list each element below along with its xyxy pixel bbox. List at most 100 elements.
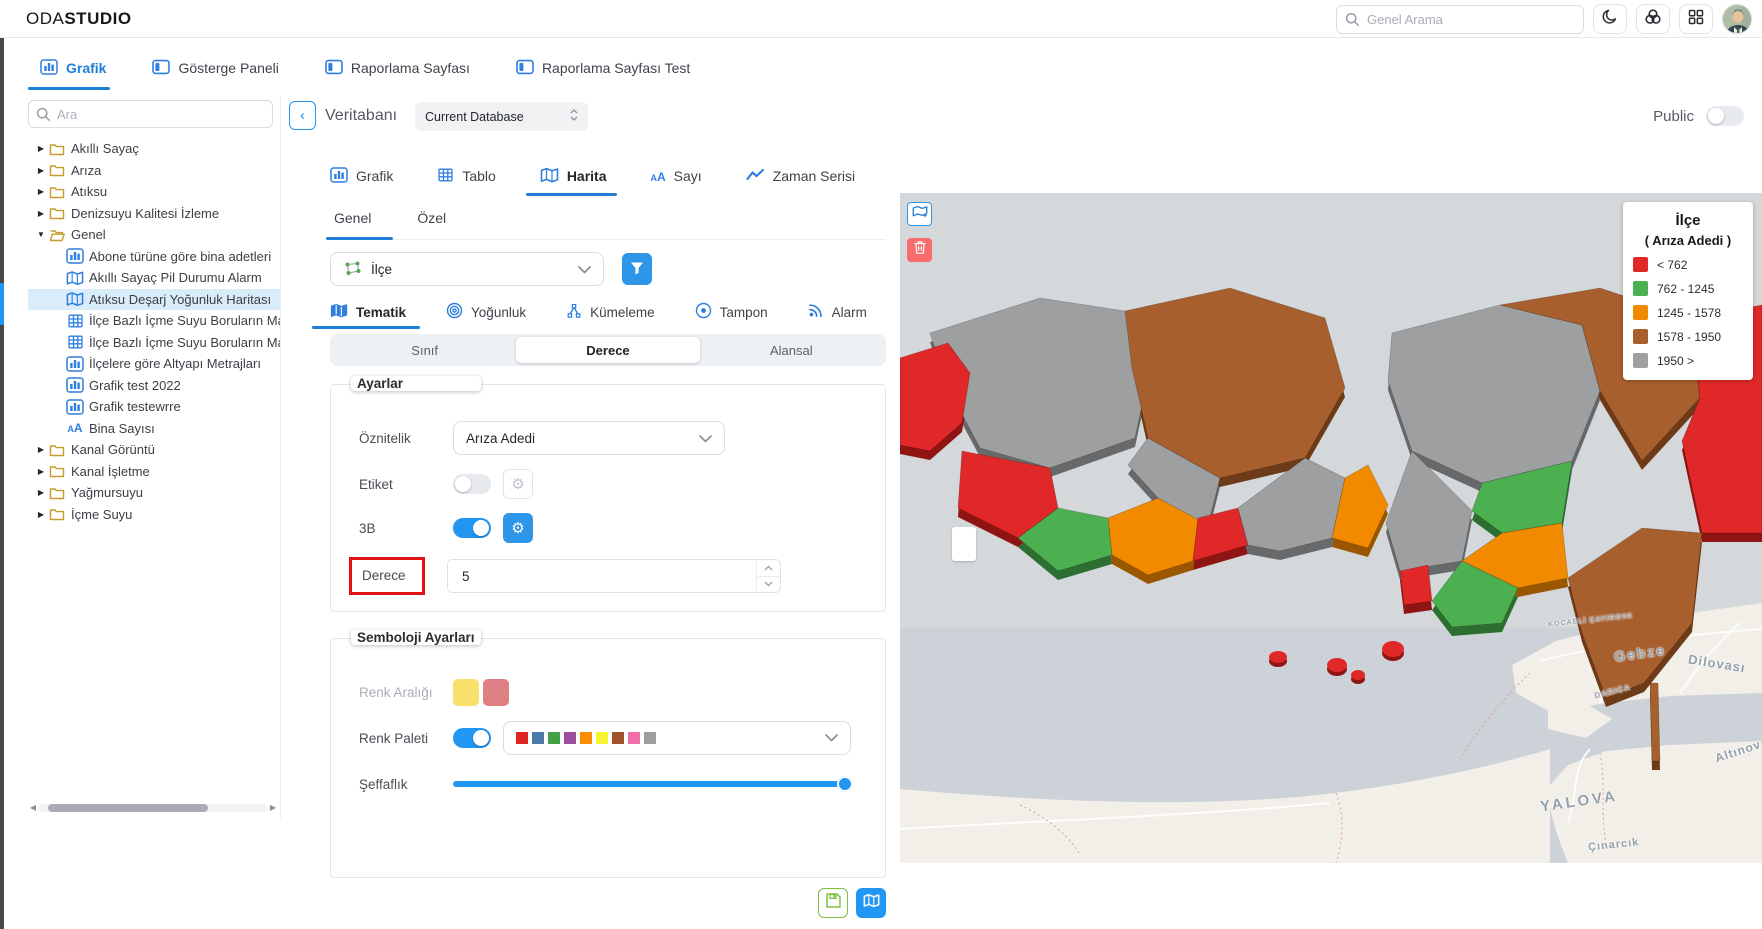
view-tab-grafik[interactable]: Grafik [330, 160, 393, 192]
tree-item[interactable]: ▶Akıllı Sayaç [28, 138, 280, 160]
knot-icon [1644, 8, 1662, 31]
tree-item[interactable]: ▶ Denizsuyu Kalitesi İzleme [28, 203, 280, 225]
apply-to-map-button[interactable] [856, 888, 886, 918]
color-swatch[interactable] [453, 679, 479, 706]
mode-tab-tampon[interactable]: Tampon [695, 300, 768, 324]
caret-right-icon[interactable]: ▶ [34, 445, 48, 454]
palette-chip [564, 732, 576, 744]
main-tab-raporlama-sayfası[interactable]: Raporlama Sayfası [325, 46, 470, 90]
color-palette-select[interactable] [503, 721, 851, 755]
tree-item[interactable]: İlçe Bazlı İçme Suyu Boruların Ma [28, 332, 280, 354]
integrations-button[interactable] [1636, 4, 1670, 34]
tree-item[interactable]: ▶Kanal Görüntü [28, 439, 280, 461]
sidebar-horizontal-scrollbar[interactable]: ◀ ▶ [28, 802, 278, 814]
tree-item-label: Abone türüne göre bina adetleri [89, 249, 271, 264]
caret-right-icon[interactable]: ▶ [34, 144, 48, 153]
opacity-slider-thumb[interactable] [837, 776, 853, 792]
search-icon [36, 107, 51, 127]
dark-mode-button[interactable] [1593, 4, 1627, 34]
caret-right-icon[interactable]: ▶ [34, 209, 48, 218]
palette-chips [516, 732, 656, 744]
main-tab-grafik[interactable]: Grafik [40, 46, 106, 90]
segment-derece[interactable]: Derece [516, 337, 699, 363]
scroll-right-icon[interactable]: ▶ [268, 802, 278, 814]
caret-right-icon[interactable]: ▶ [34, 467, 48, 476]
apps-button[interactable] [1679, 4, 1713, 34]
database-select[interactable]: Current Database [415, 102, 588, 131]
spin-down-icon[interactable] [757, 577, 780, 593]
caret-right-icon[interactable]: ▶ [34, 187, 48, 196]
tree-item[interactable]: AABina Sayısı [28, 418, 280, 440]
layer-select[interactable]: İlçe [330, 252, 604, 286]
label-settings-button[interactable]: ⚙ [503, 469, 533, 499]
mode-tab-yoğunluk[interactable]: Yoğunluk [446, 300, 526, 324]
label-toggle[interactable] [453, 474, 491, 494]
chart-icon [66, 356, 84, 372]
degree-input-field[interactable] [448, 560, 756, 592]
tree-item[interactable]: İlçelere göre Altyapı Metrajları [28, 353, 280, 375]
panel-tab-genel[interactable]: Genel [330, 210, 375, 239]
segment-alansal[interactable]: Alansal [700, 337, 883, 363]
color-swatch[interactable] [483, 679, 509, 706]
panel-tab-özel[interactable]: Özel [413, 210, 450, 239]
user-avatar[interactable] [1722, 4, 1752, 34]
caret-right-icon[interactable]: ▶ [34, 488, 48, 497]
tree-item[interactable]: Atıksu Deşarj Yoğunluk Haritası [28, 289, 280, 311]
mode-tab-kümeleme[interactable]: Kümeleme [566, 300, 655, 324]
collapse-sidebar-button[interactable]: ‹ [289, 101, 316, 130]
tree-item-label: Denizsuyu Kalitesi İzleme [71, 206, 219, 221]
scrollbar-track[interactable] [38, 804, 268, 812]
view-tab-zaman-serisi[interactable]: Zaman Serisi [746, 160, 855, 192]
panel-actions [330, 888, 886, 918]
legend-color-chip [1633, 305, 1648, 320]
caret-right-icon[interactable]: ▶ [34, 166, 48, 175]
tree-item[interactable]: ▶Yağmursuyu [28, 482, 280, 504]
segment-sinif[interactable]: Sınıf [333, 337, 516, 363]
view-tab-sayı[interactable]: AASayı [651, 160, 702, 192]
spin-up-icon[interactable] [757, 560, 780, 577]
main-tab-raporlama-sayfası-test[interactable]: Raporlama Sayfası Test [516, 46, 690, 90]
add-map-layer-button[interactable] [907, 202, 932, 226]
map-view[interactable]: İlçe ( Arıza Adedi ) < 762762 - 12451245… [900, 193, 1762, 863]
caret-right-icon[interactable]: ▶ [34, 510, 48, 519]
tree-item[interactable]: ▶Kanal İşletme [28, 461, 280, 483]
scroll-left-icon[interactable]: ◀ [28, 802, 38, 814]
3d-toggle[interactable] [453, 518, 491, 538]
opacity-slider[interactable] [453, 776, 851, 792]
mode-tab-tematik[interactable]: Tematik [330, 300, 406, 324]
legend-item: < 762 [1633, 257, 1743, 272]
3d-settings-button[interactable]: ⚙ [503, 513, 533, 543]
global-search-input[interactable] [1336, 5, 1584, 34]
public-toggle[interactable] [1706, 106, 1744, 126]
mode-tab-alarm[interactable]: Alarm [808, 300, 867, 324]
tree-item[interactable]: Grafik test 2022 [28, 375, 280, 397]
view-tab-harita[interactable]: Harita [540, 160, 607, 192]
delete-layer-button[interactable] [907, 238, 932, 262]
color-palette-toggle[interactable] [453, 728, 491, 748]
main-tab-label: Grafik [66, 60, 106, 76]
public-label: Public [1653, 108, 1694, 125]
legend-color-chip [1633, 353, 1648, 368]
tree-item[interactable]: Grafik testewrre [28, 396, 280, 418]
opacity-slider-track[interactable] [453, 781, 851, 787]
tree-item[interactable]: ▶İçme Suyu [28, 504, 280, 526]
public-toggle-group: Public [1653, 106, 1744, 126]
main-tab-label: Gösterge Paneli [178, 60, 278, 76]
tree-item[interactable]: Abone türüne göre bina adetleri [28, 246, 280, 268]
caret-down-icon[interactable]: ▼ [34, 230, 48, 239]
tree-item[interactable]: ▶Arıza [28, 160, 280, 182]
save-button[interactable] [818, 888, 848, 918]
scrollbar-thumb[interactable] [48, 804, 208, 812]
tree-item[interactable]: ▼Genel [28, 224, 280, 246]
tree-item[interactable]: ▶Atıksu [28, 181, 280, 203]
tree-item[interactable]: Akıllı Sayaç Pil Durumu Alarm [28, 267, 280, 289]
sidebar-search-input[interactable] [28, 100, 273, 128]
legend-item-label: 1578 - 1950 [1657, 330, 1721, 344]
view-tab-tablo[interactable]: Tablo [437, 160, 495, 192]
legend-item-label: 1950 > [1657, 354, 1694, 368]
attribute-select[interactable]: Arıza Adedi [453, 421, 725, 455]
main-tab-gösterge-paneli[interactable]: Gösterge Paneli [152, 46, 278, 90]
filter-button[interactable] [622, 253, 652, 285]
tree-item-label: Grafik testewrre [89, 399, 181, 414]
tree-item[interactable]: İlçe Bazlı İçme Suyu Boruların Ma [28, 310, 280, 332]
